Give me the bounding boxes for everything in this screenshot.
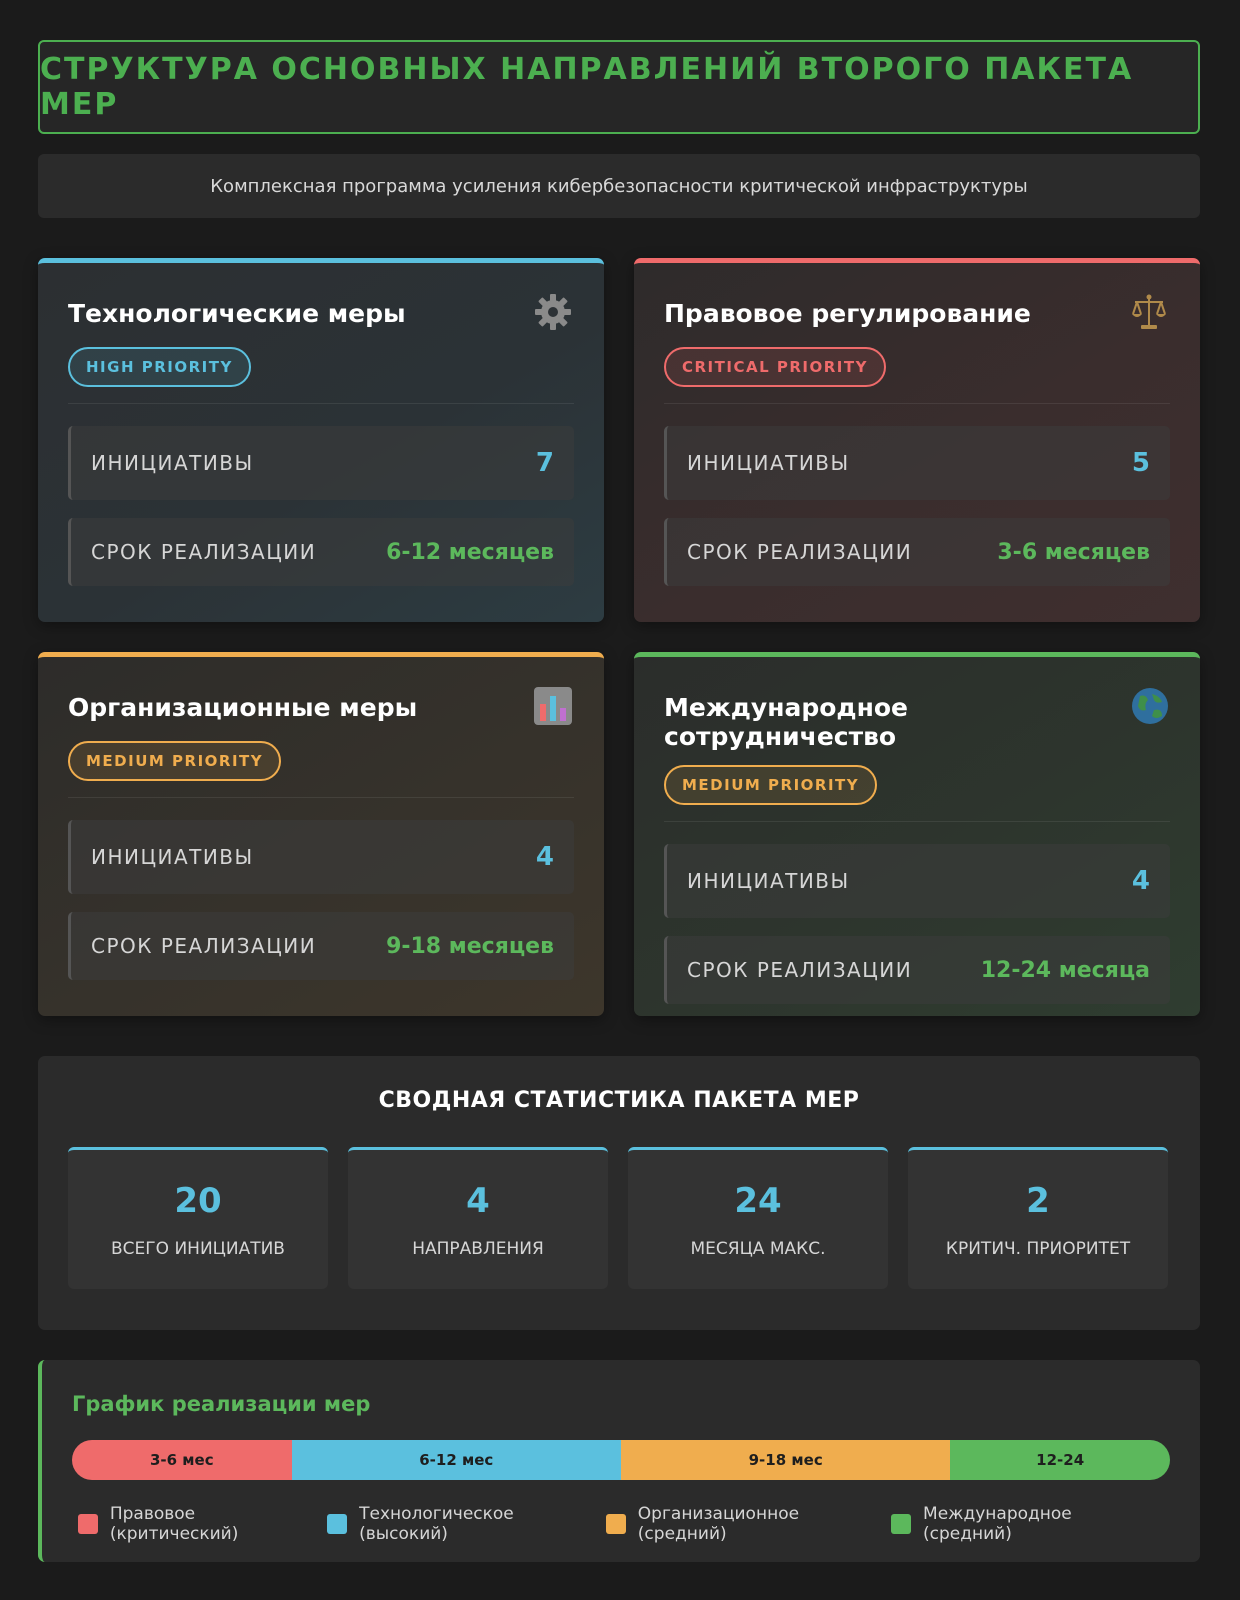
- priority-badge: MEDIUM PRIORITY: [664, 765, 878, 805]
- divider: [68, 403, 574, 404]
- initiatives-count: 4: [1131, 866, 1150, 896]
- timeline-legend: Правовое (критический) Технологическое (…: [72, 1504, 1170, 1544]
- stat-caption: НАПРАВЛЕНИЯ: [412, 1238, 544, 1259]
- initiatives-label: ИНИЦИАТИВЫ: [687, 451, 850, 475]
- initiatives-count: 4: [535, 842, 554, 872]
- initiatives-label: ИНИЦИАТИВЫ: [91, 845, 254, 869]
- legend-item: Технологическое (высокий): [327, 1504, 606, 1544]
- term-label: СРОК РЕАЛИЗАЦИИ: [687, 958, 913, 982]
- term-row: СРОК РЕАЛИЗАЦИИ 6-12 месяцев: [68, 518, 574, 586]
- bar-chart-icon: [532, 685, 574, 727]
- stat-max-months: 24 МЕСЯЦА МАКС.: [628, 1147, 888, 1289]
- initiatives-row: ИНИЦИАТИВЫ 7: [68, 426, 574, 500]
- card-international: Международное сотрудничество MEDIUM PRIO…: [634, 652, 1200, 1016]
- term-label: СРОК РЕАЛИЗАЦИИ: [687, 540, 913, 564]
- term-label: СРОК РЕАЛИЗАЦИИ: [91, 934, 317, 958]
- page: СТРУКТУРА ОСНОВНЫХ НАПРАВЛЕНИЙ ВТОРОГО П…: [38, 40, 1200, 1562]
- term-value: 9-18 месяцев: [386, 933, 554, 959]
- legend-item: Международное (средний): [891, 1504, 1164, 1544]
- initiatives-count: 5: [1131, 448, 1150, 478]
- implementation-timeline: График реализации мер 3-6 мес 6-12 мес 9…: [38, 1360, 1200, 1562]
- stat-directions: 4 НАПРАВЛЕНИЯ: [348, 1147, 608, 1289]
- timeline-title: График реализации мер: [72, 1392, 371, 1416]
- card-title: Технологические меры: [68, 299, 406, 328]
- term-row: СРОК РЕАЛИЗАЦИИ 9-18 месяцев: [68, 912, 574, 980]
- scales-icon: [1128, 291, 1170, 333]
- priority-badge: CRITICAL PRIORITY: [664, 347, 886, 387]
- initiatives-label: ИНИЦИАТИВЫ: [687, 869, 850, 893]
- card-legal: Правовое регулирование CRITICAL PRIORITY…: [634, 258, 1200, 622]
- globe-icon: [1130, 685, 1170, 727]
- page-title: СТРУКТУРА ОСНОВНЫХ НАПРАВЛЕНИЙ ВТОРОГО П…: [40, 52, 1134, 122]
- legend-swatch: [327, 1514, 348, 1534]
- priority-badge: HIGH PRIORITY: [68, 347, 251, 387]
- page-subtitle: Комплексная программа усиления кибербезо…: [38, 154, 1200, 218]
- legend-label: Технологическое (высокий): [359, 1504, 514, 1544]
- stat-caption: МЕСЯЦА МАКС.: [690, 1238, 826, 1259]
- card-technological: Технологические меры HIGH PRIORITY ИНИЦИ…: [38, 258, 604, 622]
- stat-value: 20: [174, 1180, 222, 1221]
- title-banner: СТРУКТУРА ОСНОВНЫХ НАПРАВЛЕНИЙ ВТОРОГО П…: [38, 40, 1200, 134]
- stat-value: 4: [466, 1180, 490, 1221]
- stat-caption: ВСЕГО ИНИЦИАТИВ: [111, 1238, 285, 1259]
- timeline-bar: 3-6 мес 6-12 мес 9-18 мес 12-24: [72, 1440, 1170, 1480]
- gear-icon: [532, 291, 574, 333]
- stat-total-initiatives: 20 ВСЕГО ИНИЦИАТИВ: [68, 1147, 328, 1289]
- timeline-segment-org: 9-18 мес: [620, 1440, 951, 1480]
- term-label: СРОК РЕАЛИЗАЦИИ: [91, 540, 317, 564]
- divider: [664, 821, 1170, 822]
- priority-badge: MEDIUM PRIORITY: [68, 741, 282, 781]
- term-row: СРОК РЕАЛИЗАЦИИ 12-24 месяца: [664, 936, 1170, 1004]
- stat-critical-priority: 2 КРИТИЧ. ПРИОРИТЕТ: [908, 1147, 1168, 1289]
- legend-swatch: [891, 1514, 912, 1534]
- initiatives-row: ИНИЦИАТИВЫ 4: [664, 844, 1170, 918]
- legend-swatch: [78, 1514, 98, 1534]
- card-title: Организационные меры: [68, 693, 418, 722]
- initiatives-row: ИНИЦИАТИВЫ 4: [68, 820, 574, 894]
- stats-title: СВОДНАЯ СТАТИСТИКА ПАКЕТА МЕР: [378, 1088, 860, 1113]
- card-title: Правовое регулирование: [664, 299, 1031, 328]
- legend-label: Организационное (средний): [637, 1504, 800, 1544]
- legend-label: Правовое (критический): [109, 1504, 239, 1544]
- stat-value: 2: [1026, 1180, 1050, 1221]
- card-organizational: Организационные меры MEDIUM PRIORITY ИНИ…: [38, 652, 604, 1016]
- legend-swatch: [605, 1514, 626, 1534]
- directions-grid: Технологические меры HIGH PRIORITY ИНИЦИ…: [38, 258, 1200, 1016]
- initiatives-label: ИНИЦИАТИВЫ: [91, 451, 254, 475]
- timeline-segment-tech: 6-12 мес: [291, 1440, 621, 1480]
- term-value: 6-12 месяцев: [386, 539, 554, 565]
- legend-item: Правовое (критический): [78, 1504, 327, 1544]
- card-title: Международное сотрудничество: [664, 693, 909, 751]
- timeline-segment-intl: 12-24: [950, 1440, 1170, 1480]
- divider: [68, 797, 574, 798]
- timeline-segment-legal: 3-6 мес: [72, 1440, 292, 1480]
- term-value: 3-6 месяцев: [997, 539, 1150, 565]
- summary-stats: СВОДНАЯ СТАТИСТИКА ПАКЕТА МЕР 20 ВСЕГО И…: [38, 1056, 1200, 1330]
- divider: [664, 403, 1170, 404]
- legend-item: Организационное (средний): [605, 1504, 891, 1544]
- term-row: СРОК РЕАЛИЗАЦИИ 3-6 месяцев: [664, 518, 1170, 586]
- term-value: 12-24 месяца: [980, 957, 1150, 983]
- stat-value: 24: [734, 1180, 782, 1221]
- legend-label: Международное (средний): [923, 1504, 1072, 1544]
- initiatives-count: 7: [535, 448, 554, 478]
- stat-caption: КРИТИЧ. ПРИОРИТЕТ: [945, 1238, 1131, 1259]
- initiatives-row: ИНИЦИАТИВЫ 5: [664, 426, 1170, 500]
